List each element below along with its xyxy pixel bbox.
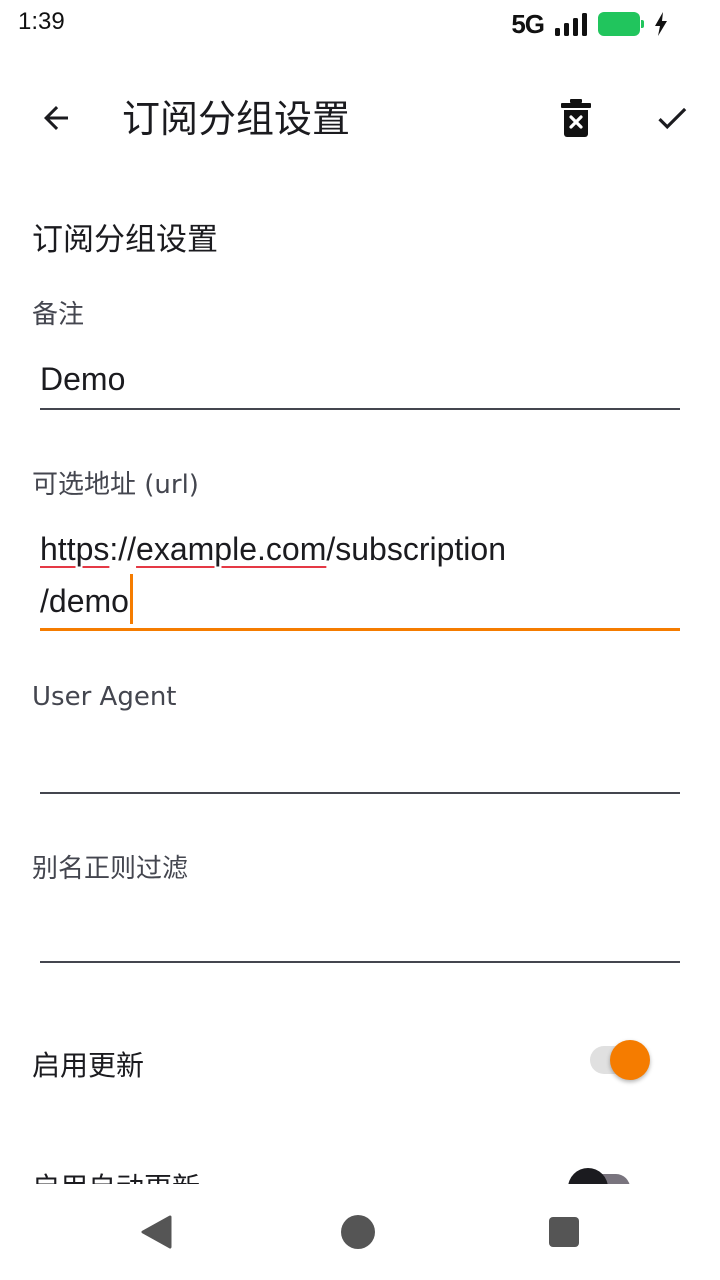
remark-value: Demo [40, 361, 126, 397]
url-part-path: /subscription [326, 531, 506, 567]
remark-underline [40, 408, 680, 410]
confirm-button[interactable] [638, 84, 706, 152]
check-icon [658, 107, 687, 130]
status-time: 1:39 [18, 8, 65, 35]
app-bar: 订阅分组设置 [0, 60, 720, 172]
user-agent-label: User Agent [32, 682, 177, 712]
back-button[interactable] [22, 84, 90, 152]
delete-icon [561, 99, 591, 137]
nav-home-button[interactable] [328, 1204, 388, 1260]
nav-recents-button[interactable] [534, 1204, 594, 1260]
settings-form: 订阅分组设置 备注 Demo 可选地址 (url) https://exampl… [0, 172, 720, 1184]
nav-back-icon [141, 1215, 172, 1249]
text-caret [129, 574, 133, 624]
status-icons: 5G [511, 8, 668, 39]
enable-update-switch[interactable] [582, 1038, 654, 1082]
charging-bolt-icon [655, 12, 667, 36]
alias-filter-field[interactable] [40, 912, 680, 966]
alias-filter-label: 别名正则过滤 [32, 854, 189, 884]
battery-icon [598, 12, 644, 36]
user-agent-field[interactable] [40, 742, 680, 796]
nav-back-button[interactable] [126, 1204, 186, 1260]
url-value: https://example.com/subscription/demo [40, 524, 680, 626]
url-field[interactable]: https://example.com/subscription/demo [40, 524, 680, 632]
alias-filter-underline [40, 961, 680, 963]
user-agent-underline [40, 792, 680, 794]
url-part-separator: :// [109, 531, 137, 567]
remark-field[interactable]: Demo [40, 354, 680, 410]
url-part-scheme: https [40, 531, 110, 567]
status-bar: 1:39 5G [0, 0, 720, 48]
screen: 1:39 5G 订阅分组设置 订阅分组设置 备注 Demo 可选地址 (url)… [0, 0, 720, 1280]
enable-auto-update-label: 启用自动更新 [32, 1166, 200, 1184]
url-part-host: example.com [136, 531, 327, 567]
nav-recents-icon [549, 1217, 579, 1247]
url-part-path-end: /demo [40, 583, 129, 619]
system-nav-bar [0, 1184, 720, 1280]
url-underline [40, 628, 680, 631]
enable-update-label: 启用更新 [32, 1049, 145, 1082]
url-label: 可选地址 (url) [32, 470, 199, 500]
delete-button[interactable] [542, 84, 610, 152]
enable-auto-update-switch[interactable] [566, 1166, 638, 1184]
app-title: 订阅分组设置 [122, 97, 351, 141]
signal-icon [555, 13, 587, 36]
section-title: 订阅分组设置 [32, 222, 218, 258]
enable-auto-update-switch-thumb [568, 1168, 608, 1184]
back-arrow-icon [44, 106, 68, 130]
enable-update-switch-thumb [610, 1040, 650, 1080]
network-type: 5G [511, 8, 545, 39]
nav-home-icon [341, 1215, 375, 1249]
remark-label: 备注 [32, 300, 85, 330]
